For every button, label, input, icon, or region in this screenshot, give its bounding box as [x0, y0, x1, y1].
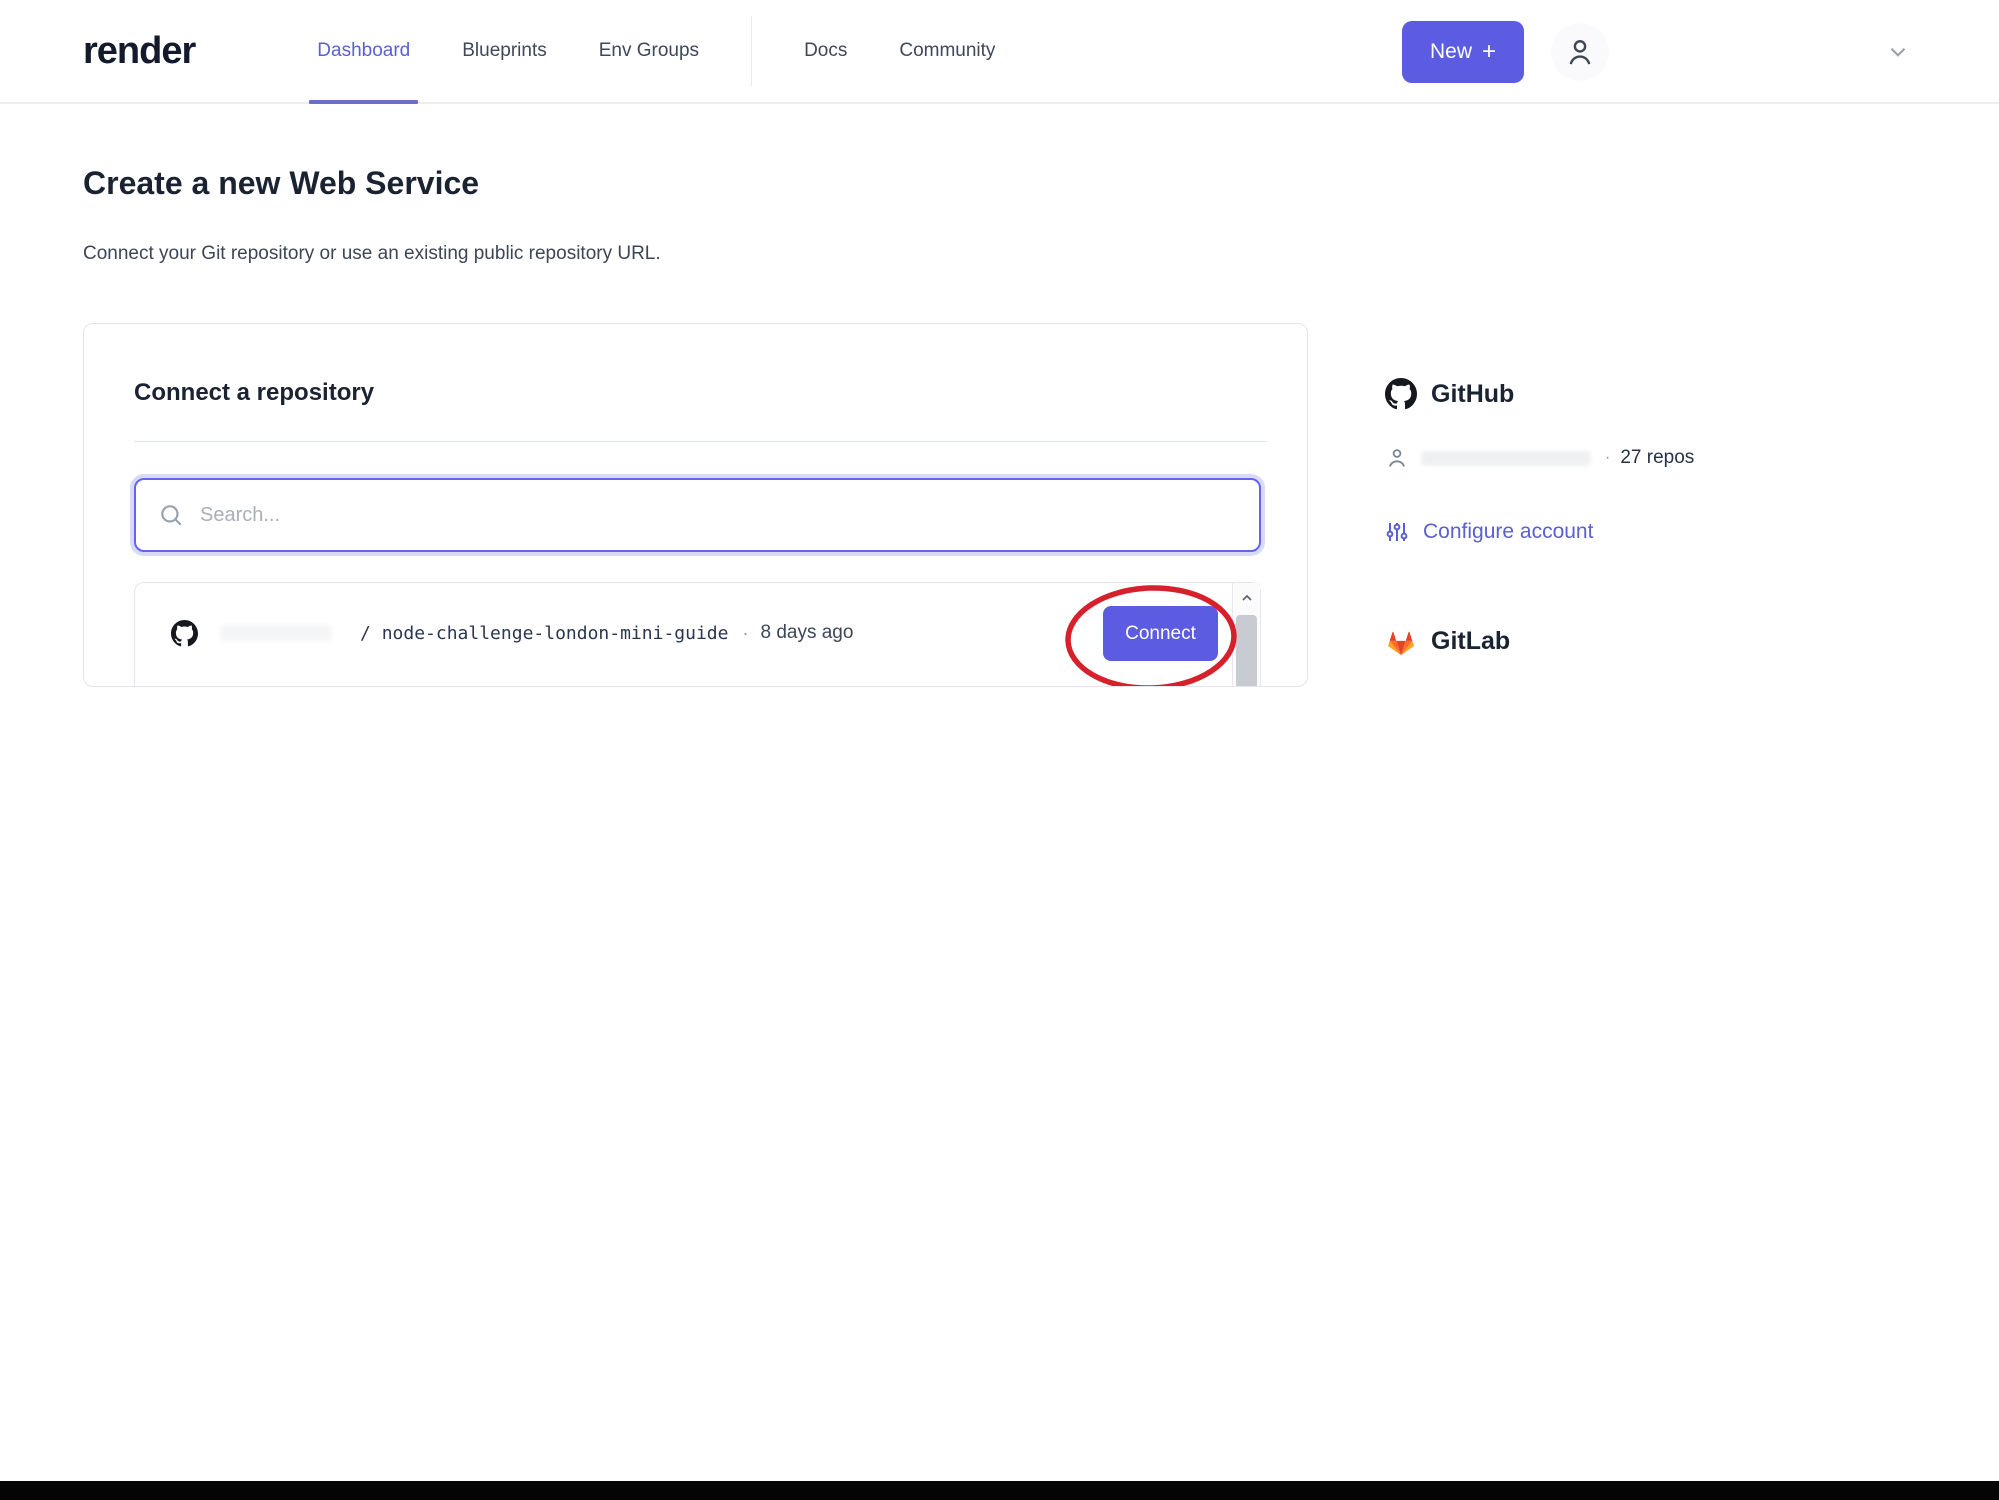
render-logo[interactable]: render [83, 0, 196, 102]
nav-tab-dashboard[interactable]: Dashboard [291, 0, 436, 104]
nav-tab-blueprints[interactable]: Blueprints [436, 0, 573, 102]
github-icon [1385, 378, 1417, 410]
nav-tab-env-groups[interactable]: Env Groups [573, 0, 725, 102]
account-person-icon [1389, 449, 1405, 467]
github-repos-count: 27 repos [1620, 447, 1695, 468]
card-heading: Connect a repository [134, 379, 375, 406]
configure-account-label: Configure account [1423, 520, 1594, 543]
person-icon [1569, 40, 1591, 65]
search-icon [161, 505, 182, 526]
page-title-emphasis: Web Service [289, 165, 480, 201]
repo-updated-time: 8 days ago [760, 622, 854, 643]
nav-tab-dashboard-label: Dashboard [317, 40, 411, 61]
scrollbar-thumb[interactable] [1236, 615, 1257, 686]
git-providers-panel: GitHub · 27 repos Configure account GitL… [1385, 378, 1805, 656]
repos-separator-dot: · [1605, 449, 1611, 466]
repo-list-scrollbar[interactable] [1232, 583, 1260, 686]
configure-account-link[interactable]: Configure account [1385, 520, 1805, 544]
gitlab-section-heading: GitLab [1385, 626, 1805, 656]
nav-tab-docs-label: Docs [804, 40, 848, 61]
repo-path: / node-challenge-london-mini-guide [360, 623, 728, 644]
repo-search-input[interactable] [200, 503, 1237, 527]
github-icon [171, 619, 198, 647]
redacted-github-username [1421, 450, 1591, 466]
repo-separator-dot: · [742, 622, 749, 643]
repo-search-box [134, 478, 1261, 552]
sliders-icon [1386, 523, 1408, 541]
github-account-row: · 27 repos [1385, 446, 1805, 470]
scrollbar-up-arrow-icon[interactable] [1233, 583, 1260, 613]
chevron-down-icon[interactable] [1885, 39, 1911, 65]
page-title-prefix: Create a new [83, 165, 290, 201]
header-right-cluster: New + [1379, 0, 1999, 104]
nav-tab-community[interactable]: Community [873, 0, 1021, 102]
nav-tab-community-label: Community [899, 40, 996, 61]
nav-tab-blueprints-label: Blueprints [462, 40, 547, 61]
new-button-label: New [1429, 40, 1472, 63]
card-divider [134, 441, 1267, 442]
nav-divider [751, 16, 753, 86]
repo-name: node-challenge-london-mini-guide [381, 622, 729, 644]
bottom-screen-edge-bar [0, 1481, 1999, 1500]
page-subtitle: Connect your Git repository or use an ex… [83, 243, 661, 264]
repo-path-slash: / [360, 622, 382, 644]
github-section-heading: GitHub [1385, 378, 1805, 410]
repo-list: / node-challenge-london-mini-guide · 8 d… [134, 582, 1261, 686]
top-navigation-bar: render Dashboard Blueprints Env Groups D… [0, 0, 1999, 104]
connect-repository-card: Connect a repository / node-challenge-lo… [83, 323, 1308, 687]
gitlab-icon [1388, 631, 1414, 656]
connect-button[interactable]: Connect [1103, 606, 1218, 661]
nav-tab-docs[interactable]: Docs [778, 0, 873, 102]
user-avatar[interactable] [1551, 23, 1609, 81]
plus-icon: + [1482, 38, 1497, 65]
gitlab-title: GitLab [1431, 626, 1511, 655]
github-title: GitHub [1431, 379, 1515, 408]
nav-tab-env-groups-label: Env Groups [598, 40, 700, 61]
new-button[interactable]: New + [1402, 21, 1524, 83]
repo-list-item[interactable]: / node-challenge-london-mini-guide · 8 d… [135, 583, 1230, 683]
page-title: Create a new Web Service [83, 165, 479, 202]
primary-nav: Dashboard Blueprints Env Groups Docs Com… [291, 0, 1021, 104]
redacted-repo-owner [220, 625, 332, 641]
